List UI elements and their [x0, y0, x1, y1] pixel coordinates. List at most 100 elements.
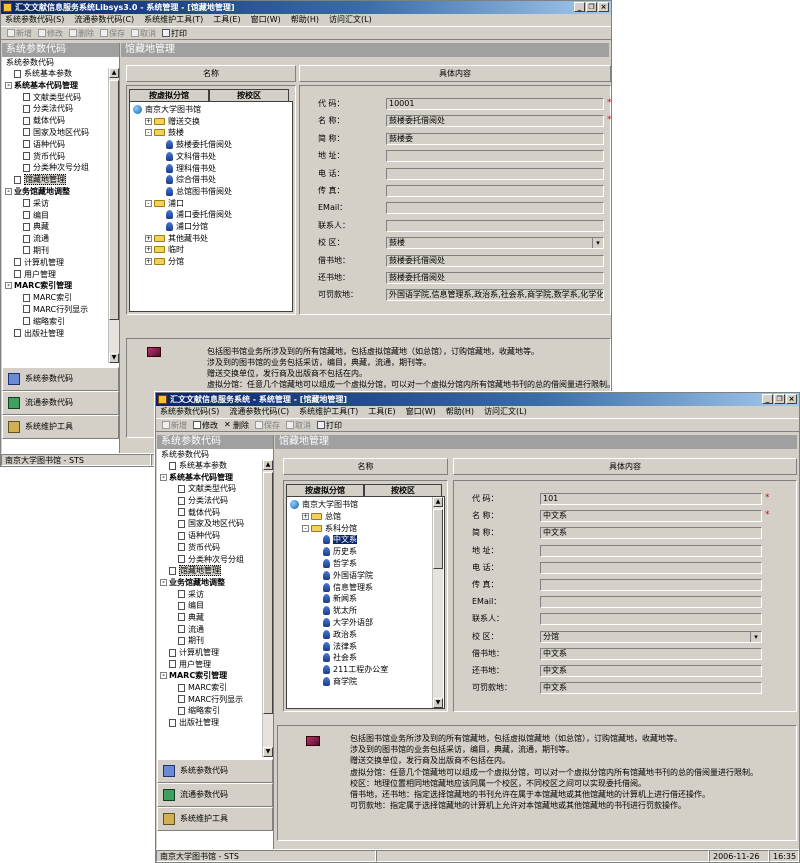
title-bar[interactable]: 汇文文献信息服务系统Libsys3.0 - 系统管理 - [馆藏地管理] _ ❐… — [1, 1, 611, 14]
menu-item[interactable]: 帮助(H) — [291, 14, 319, 26]
tree-item[interactable]: 载体代码 — [2, 115, 108, 127]
tree-item[interactable]: - 系统基本代码管理 — [2, 80, 108, 92]
minimize-icon[interactable]: _ — [574, 2, 585, 12]
tree-item[interactable]: 语种代码 — [157, 530, 262, 542]
restore-icon[interactable]: ❐ — [586, 2, 597, 12]
tree-item[interactable]: - MARC索引管理 — [157, 670, 262, 682]
location-tree-item[interactable]: 大学外语部 — [314, 617, 373, 629]
location-tree-item[interactable]: + 总馆 — [302, 511, 341, 523]
tree-item[interactable]: 分类法代码 — [2, 103, 108, 115]
print-button[interactable]: 打印 — [315, 419, 344, 431]
field-input[interactable] — [386, 202, 604, 215]
tree-item[interactable]: 国家及地区代码 — [2, 127, 108, 139]
field-input[interactable]: 外国语学院,信息管理系,政治系,社会系,商学院,数学系,化学化 — [386, 289, 604, 302]
tree-item[interactable]: 计算机管理 — [2, 257, 108, 269]
nav-circulation-params-button[interactable]: 流通参数代码 — [157, 783, 273, 807]
cancel-button[interactable]: 取消 — [129, 27, 158, 39]
location-tree-item[interactable]: 商学院 — [314, 676, 357, 688]
location-tree-item[interactable]: 外国语学院 — [314, 570, 373, 582]
location-tree-item[interactable]: + 临时 — [145, 244, 184, 256]
scroll-thumb[interactable] — [263, 472, 273, 714]
tree-item[interactable]: 编目 — [2, 210, 108, 222]
tree-item[interactable]: 计算机管理 — [157, 647, 262, 659]
tree-item[interactable]: 期刊 — [2, 245, 108, 257]
field-input[interactable]: 10001 — [386, 98, 604, 110]
tree-item[interactable]: 缩略索引 — [157, 705, 262, 717]
collapse-icon[interactable]: - — [302, 524, 309, 532]
scroll-up-icon[interactable]: ▲ — [109, 68, 119, 78]
field-input[interactable]: 鼓楼委托借阅处 — [386, 254, 604, 267]
location-tree-item[interactable]: + 其他藏书处 — [145, 233, 208, 245]
tree-item[interactable]: 分类种次号分组 — [157, 554, 262, 566]
tree-item[interactable]: 馆藏地管理 — [157, 565, 262, 577]
location-tree-item[interactable]: 文科借书处 — [157, 151, 216, 163]
scroll-thumb[interactable] — [433, 509, 443, 569]
tree-item[interactable]: MARC行列显示 — [2, 304, 108, 316]
new-button[interactable]: 新增 — [5, 27, 34, 39]
field-input[interactable]: 中文系 — [540, 510, 762, 523]
menu-item[interactable]: 系统参数代码(S) — [160, 406, 219, 418]
location-tree-item[interactable]: 法律系 — [314, 641, 357, 653]
field-input[interactable]: 鼓楼委 — [386, 132, 604, 145]
expand-icon[interactable]: + — [145, 246, 152, 254]
menu-item[interactable]: 系统维护工具(T) — [144, 14, 203, 26]
field-input[interactable] — [386, 167, 604, 180]
location-tree-item[interactable]: - 鼓楼 — [145, 127, 184, 139]
location-tree[interactable]: 南京大学图书馆 + 总馆 - 系科分馆 中文系 历史系 哲学系 外国语学院 信息管理系 新闻系 犹太所… — [286, 496, 445, 709]
tree-item[interactable]: 出版社管理 — [2, 328, 108, 340]
title-bar[interactable]: 汇文文献信息服务系统 - 系统管理 - [馆藏地管理] _ ❐ × — [156, 393, 799, 406]
nav-system-params-button[interactable]: 系统参数代码 — [2, 367, 119, 391]
tree-item[interactable]: 采访 — [2, 198, 108, 210]
scroll-up-icon[interactable]: ▲ — [263, 460, 273, 470]
location-tree-item[interactable]: 信息管理系 — [314, 582, 373, 594]
tree-item[interactable]: 货币代码 — [157, 542, 262, 554]
tree-item[interactable]: MARC行列显示 — [157, 694, 262, 706]
nav-circulation-params-button[interactable]: 流通参数代码 — [2, 391, 119, 415]
field-input[interactable]: 中文系 — [540, 682, 762, 695]
location-tree-scrollbar[interactable]: ▲ ▼ — [432, 497, 443, 708]
field-input[interactable] — [386, 185, 604, 197]
tree-item[interactable]: - 系统基本代码管理 — [157, 472, 262, 484]
field-input[interactable]: 中文系 — [540, 665, 762, 677]
save-button[interactable]: 保存 — [98, 27, 127, 39]
expand-icon[interactable]: + — [302, 512, 309, 520]
edit-button[interactable]: 修改 — [191, 419, 220, 431]
location-tree-item[interactable]: 浦口委托借阅处 — [157, 209, 232, 221]
location-tree-item[interactable]: 浦口分馆 — [157, 221, 208, 233]
tree-item[interactable]: 缩略索引 — [2, 316, 108, 328]
expand-icon[interactable]: + — [145, 117, 152, 125]
tree-item[interactable]: 文献类型代码 — [157, 483, 262, 495]
menu-item[interactable]: 访问汇文(L) — [484, 406, 527, 418]
campus-dropdown[interactable]: 鼓楼 — [386, 237, 604, 250]
location-tree-item[interactable]: 新闻系 — [314, 593, 357, 605]
field-input[interactable] — [540, 579, 762, 591]
location-tree-item[interactable]: 总馆图书借阅处 — [157, 186, 232, 198]
location-tree-item[interactable]: 南京大学图书馆 — [133, 104, 201, 116]
tab-campus[interactable]: 按校区 — [209, 89, 289, 101]
field-input[interactable] — [540, 596, 762, 609]
tree-item[interactable]: 流通 — [2, 233, 108, 245]
tree-item[interactable]: 系统基本参数 — [2, 68, 108, 80]
tree-item[interactable]: 采访 — [157, 589, 262, 601]
new-button[interactable]: 新增 — [160, 419, 189, 431]
location-tree-item[interactable]: 中文系 — [314, 534, 357, 546]
location-tree[interactable]: 南京大学图书馆 + 赠送交换 - 鼓楼 鼓楼委托借阅处 文科借书处 理科借书处 综合借书处 总馆图… — [129, 101, 293, 312]
location-tree-item[interactable]: - 系科分馆 — [302, 523, 357, 535]
menu-item[interactable]: 帮助(H) — [446, 406, 474, 418]
menu-item[interactable]: 窗口(W) — [406, 406, 436, 418]
tree-item[interactable]: 典藏 — [157, 612, 262, 624]
menu-item[interactable]: 工具(E) — [213, 14, 240, 26]
collapse-icon[interactable]: - — [145, 129, 152, 137]
field-input[interactable] — [540, 561, 762, 574]
menu-item[interactable]: 系统参数代码(S) — [5, 14, 64, 26]
print-button[interactable]: 打印 — [160, 27, 189, 39]
tab-virtual-branch[interactable]: 按虚拟分馆 — [129, 89, 209, 101]
tree-item[interactable]: 用户管理 — [2, 269, 108, 281]
field-input[interactable] — [386, 219, 604, 232]
tree-item[interactable]: 语种代码 — [2, 139, 108, 151]
tree-scrollbar[interactable]: ▲ ▼ — [262, 460, 273, 757]
front-window[interactable]: 汇文文献信息服务系统 - 系统管理 - [馆藏地管理] _ ❐ × 系统参数代码… — [155, 392, 800, 863]
collapse-icon[interactable]: - — [145, 199, 152, 207]
tree-item[interactable]: 用户管理 — [157, 659, 262, 671]
field-input[interactable]: 101 — [540, 493, 762, 505]
